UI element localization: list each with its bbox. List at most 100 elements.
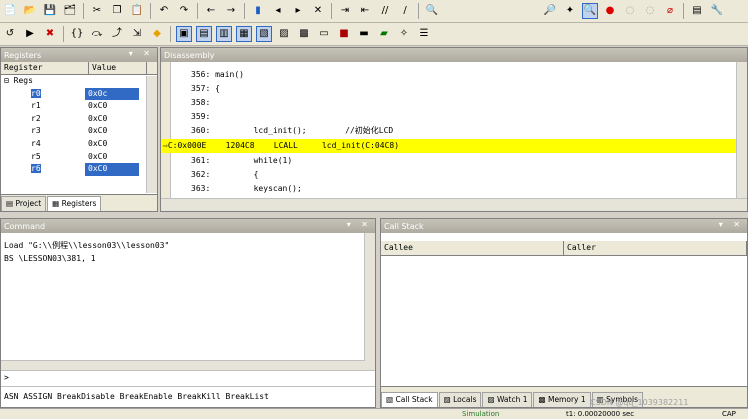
tab-registers[interactable]: ▦ Registers (47, 196, 102, 211)
command-window-icon[interactable]: ▣ (176, 26, 192, 42)
performance-icon[interactable]: ▬ (356, 26, 372, 42)
toolbox-icon[interactable]: ✧ (396, 26, 412, 42)
debug-icon[interactable]: ✦ (562, 3, 578, 19)
run-to-cursor-icon[interactable]: ⇲ (129, 26, 145, 42)
disassembly-hscrollbar[interactable] (161, 198, 747, 211)
wrench-icon[interactable]: 🔧 (709, 3, 725, 19)
register-row[interactable]: r0 0x0c (1, 87, 157, 101)
redo-icon[interactable]: ↷ (176, 3, 192, 19)
new-file-icon[interactable]: 📄 (2, 3, 18, 19)
bookmark-icon[interactable]: ▮ (250, 3, 266, 19)
window-icon[interactable]: ▤ (689, 3, 705, 19)
run-icon[interactable]: ▶ (22, 26, 38, 42)
col-caller[interactable]: Caller (564, 241, 747, 255)
find-in-files-icon[interactable]: 🔍 (424, 3, 440, 19)
register-row[interactable]: r1 0xC0 (1, 100, 157, 113)
project-icon: ▤ (6, 199, 14, 208)
locals-icon: ▨ (443, 395, 451, 404)
paste-icon[interactable]: 📋 (129, 3, 145, 19)
show-next-icon[interactable]: ◆ (149, 26, 165, 42)
tab-call-stack[interactable]: ▧ Call Stack (381, 392, 438, 407)
col-register[interactable]: Register (1, 62, 89, 74)
code-line[interactable]: 357: { (191, 82, 220, 96)
save-all-icon[interactable]: 🗂 (62, 3, 78, 19)
code-line[interactable]: 360: lcd_init(); //初始化LCD (191, 124, 393, 138)
code-line[interactable]: 362: { (191, 168, 258, 182)
unindent-icon[interactable]: ⇤ (357, 3, 373, 19)
call-stack-icon[interactable]: ▧ (256, 26, 272, 42)
debug-toolbar: ↺ ▶ ✖ {} ⤼ ⤴ ⇲ ◆ ▣ ▤ ▥ ▦ ▧ ▨ ▩ ▭ ■ ▬ ▰ ✧… (0, 23, 748, 46)
disassembly-window-icon[interactable]: ▤ (196, 26, 212, 42)
disassembly-vscrollbar[interactable] (736, 62, 747, 199)
watermark: CSDN @qq_1039382211 (590, 398, 689, 407)
registers-title: Registers (4, 50, 42, 60)
registers-window-icon[interactable]: ▦ (236, 26, 252, 42)
system-viewer-icon[interactable]: ☰ (416, 26, 432, 42)
bookmark-next-icon[interactable]: ▸ (290, 3, 306, 19)
register-row[interactable]: r5 0xC0 (1, 151, 157, 164)
command-output: Load "G:\\例程\\lesson03\\lesson03" BS \LE… (1, 233, 375, 265)
indent-icon[interactable]: ⇥ (337, 3, 353, 19)
undo-icon[interactable]: ↶ (156, 3, 172, 19)
debug-session-icon[interactable]: 🔍 (582, 3, 598, 19)
comment-icon[interactable]: // (377, 3, 393, 19)
margin-gutter[interactable] (161, 62, 171, 199)
search-icon[interactable]: 🔎 (542, 3, 558, 19)
code-line[interactable]: 363: keyscan(); (191, 182, 302, 196)
symbols-window-icon[interactable]: ▥ (216, 26, 232, 42)
code-line[interactable]: 356: main() (191, 68, 244, 82)
step-over-icon[interactable]: ⤼ (89, 26, 105, 42)
tab-watch-1[interactable]: ▨ Watch 1 (482, 392, 533, 407)
bookmark-prev-icon[interactable]: ◂ (270, 3, 286, 19)
breakpoint-icon[interactable]: ● (602, 3, 618, 19)
serial-window-icon[interactable]: ▭ (316, 26, 332, 42)
command-title: Command (4, 221, 46, 231)
col-value[interactable]: Value (89, 62, 147, 74)
breakpoint-kill-icon[interactable]: ◌ (642, 3, 658, 19)
watch-icon: ▨ (487, 395, 495, 404)
register-row[interactable]: r6 0xC0 (1, 163, 157, 176)
command-input-row[interactable]: > (1, 370, 375, 385)
nav-forward-icon[interactable]: → (223, 3, 239, 19)
breakpoint-enable-icon[interactable]: ⌀ (662, 3, 678, 19)
registers-scrollbar[interactable] (146, 76, 157, 193)
register-row[interactable]: r4 0xC0 (1, 138, 157, 151)
breakpoint-disable-icon[interactable]: ○ (622, 3, 638, 19)
register-group[interactable]: ⊟ Regs (1, 75, 157, 88)
code-line[interactable]: 358: (191, 96, 210, 110)
status-bar: Simulation t1: 0.00020000 sec CAP (0, 408, 748, 419)
watch-window-icon[interactable]: ▨ (276, 26, 292, 42)
save-icon[interactable]: 💾 (42, 3, 58, 19)
logic-analyzer-icon[interactable]: ■ (336, 26, 352, 42)
cut-icon[interactable]: ✂ (89, 3, 105, 19)
register-row[interactable]: r2 0xC0 (1, 113, 157, 126)
tab-memory-1[interactable]: ▩ Memory 1 (533, 392, 591, 407)
tree-collapse-icon[interactable]: ⊟ (4, 76, 9, 85)
tab-locals[interactable]: ▨ Locals (438, 392, 482, 407)
memory-window-icon[interactable]: ▩ (296, 26, 312, 42)
uncomment-icon[interactable]: / (397, 3, 413, 19)
panel-controls-icon[interactable]: ▾ ✕ (719, 220, 744, 229)
code-line[interactable]: 361: while(1) (191, 154, 292, 168)
registers-icon: ▦ (52, 199, 60, 208)
nav-back-icon[interactable]: ← (203, 3, 219, 19)
trace-icon[interactable]: ▰ (376, 26, 392, 42)
code-line[interactable]: 359: (191, 110, 210, 124)
step-out-icon[interactable]: ⤴ (109, 26, 125, 42)
memory-icon: ▩ (538, 395, 546, 404)
disassembly-titlebar: Disassembly (161, 48, 747, 62)
command-vscrollbar[interactable] (364, 233, 375, 361)
copy-icon[interactable]: ❐ (109, 3, 125, 19)
register-row[interactable]: r3 0xC0 (1, 125, 157, 138)
callstack-tabs: ▧ Call Stack ▨ Locals ▨ Watch 1 ▩ Memory… (381, 386, 747, 407)
panel-controls-icon[interactable]: ▾ ✕ (347, 220, 372, 229)
open-icon[interactable]: 📂 (22, 3, 38, 19)
stop-icon[interactable]: ✖ (42, 26, 58, 42)
tab-project[interactable]: ▤ Project (1, 196, 47, 211)
bookmark-clear-icon[interactable]: ✕ (310, 3, 326, 19)
step-into-icon[interactable]: {} (69, 26, 85, 42)
col-callee[interactable]: Callee (381, 241, 564, 255)
panel-controls-icon[interactable]: ▾ ✕ (129, 49, 154, 58)
reset-icon[interactable]: ↺ (2, 26, 18, 42)
current-instruction[interactable]: ⇨C:0x000E 1204C8 LCALL lcd_init(C:04C8) (161, 139, 399, 153)
